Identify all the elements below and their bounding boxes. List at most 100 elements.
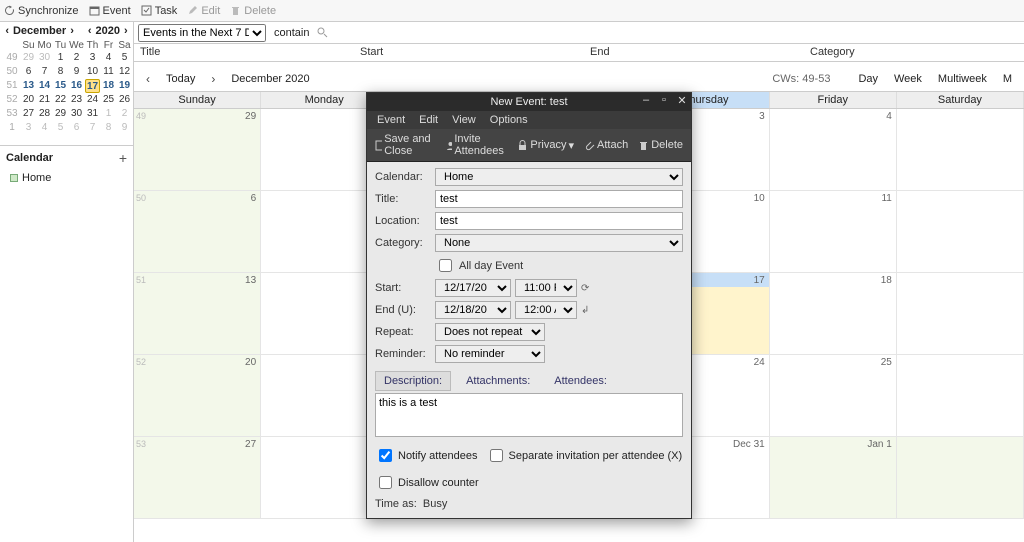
minical-day[interactable]: 8 bbox=[53, 65, 68, 79]
minical-day[interactable]: 28 bbox=[37, 107, 52, 121]
minical-day[interactable]: 4 bbox=[101, 51, 116, 65]
location-input[interactable] bbox=[435, 212, 683, 230]
minical-day[interactable]: 20 bbox=[21, 93, 36, 107]
day-cell[interactable] bbox=[897, 109, 1024, 191]
minical-day[interactable]: 3 bbox=[85, 51, 100, 65]
day-cell[interactable]: 1351 bbox=[134, 273, 261, 355]
repeat-select[interactable]: Does not repeat bbox=[435, 323, 545, 341]
menu-edit[interactable]: Edit bbox=[419, 114, 438, 126]
minical-day[interactable]: 15 bbox=[53, 79, 68, 93]
menu-view[interactable]: View bbox=[452, 114, 476, 126]
start-date-select[interactable]: 12/17/20 bbox=[435, 279, 511, 297]
allday-checkbox[interactable] bbox=[439, 259, 452, 272]
minical-day[interactable]: 3 bbox=[21, 121, 36, 135]
minical-day[interactable]: 19 bbox=[117, 79, 132, 93]
notify-checkbox[interactable] bbox=[379, 449, 392, 462]
day-cell[interactable]: 2052 bbox=[134, 355, 261, 437]
col-category[interactable]: Category bbox=[804, 44, 861, 61]
view-week[interactable]: Week bbox=[890, 71, 926, 87]
tab-description[interactable]: Description: bbox=[375, 371, 451, 391]
dialog-delete-button[interactable]: Delete bbox=[638, 139, 683, 151]
view-day[interactable]: Day bbox=[854, 71, 882, 87]
next-button[interactable]: › bbox=[207, 72, 219, 86]
minical-day[interactable]: 1 bbox=[101, 107, 116, 121]
minical-day[interactable]: 7 bbox=[37, 65, 52, 79]
minical-day[interactable]: 4 bbox=[37, 121, 52, 135]
month-next[interactable]: › bbox=[68, 25, 76, 37]
maximize-button[interactable]: ▫ bbox=[657, 94, 671, 107]
col-title[interactable]: Title bbox=[134, 44, 354, 61]
year-label[interactable]: 2020 bbox=[96, 25, 120, 37]
minical-day[interactable]: 9 bbox=[69, 65, 84, 79]
allday-row[interactable]: All day Event bbox=[435, 256, 523, 275]
day-cell[interactable]: 650 bbox=[134, 191, 261, 273]
day-cell[interactable]: 2753 bbox=[134, 437, 261, 519]
invite-attendees-button[interactable]: Invite Attendees bbox=[445, 133, 508, 157]
minical-day[interactable]: 9 bbox=[117, 121, 132, 135]
menu-options[interactable]: Options bbox=[490, 114, 528, 126]
disallow-counter-row[interactable]: Disallow counter bbox=[375, 473, 479, 492]
minical-day[interactable]: 7 bbox=[85, 121, 100, 135]
day-cell[interactable]: 18 bbox=[770, 273, 897, 355]
minical-day[interactable]: 5 bbox=[117, 51, 132, 65]
year-next[interactable]: › bbox=[122, 25, 130, 37]
minical-day[interactable]: 16 bbox=[69, 79, 84, 93]
minical-day[interactable]: 21 bbox=[37, 93, 52, 107]
minical-day[interactable]: 27 bbox=[21, 107, 36, 121]
description-textarea[interactable] bbox=[375, 393, 683, 437]
title-input[interactable] bbox=[435, 190, 683, 208]
timezone-icon[interactable]: ⟳ bbox=[581, 283, 589, 294]
prev-button[interactable]: ‹ bbox=[142, 72, 154, 86]
view-month[interactable]: M bbox=[999, 71, 1016, 87]
minical-day[interactable]: 24 bbox=[85, 93, 100, 107]
tab-attendees[interactable]: Attendees: bbox=[545, 371, 616, 391]
minimize-button[interactable]: – bbox=[639, 94, 653, 107]
day-cell[interactable]: 2949 bbox=[134, 109, 261, 191]
privacy-button[interactable]: Privacy ▾ bbox=[517, 139, 574, 152]
day-cell[interactable]: Jan 1 bbox=[770, 437, 897, 519]
dialog-titlebar[interactable]: New Event: test – ▫ ✕ bbox=[367, 93, 691, 111]
view-multiweek[interactable]: Multiweek bbox=[934, 71, 991, 87]
sync-button[interactable]: Synchronize bbox=[4, 5, 79, 17]
save-close-button[interactable]: Save and Close bbox=[375, 133, 435, 157]
add-calendar-button[interactable]: + bbox=[119, 150, 127, 166]
event-button[interactable]: Event bbox=[89, 5, 131, 17]
day-cell[interactable] bbox=[897, 273, 1024, 355]
minical-day[interactable]: 31 bbox=[85, 107, 100, 121]
minical-day[interactable]: 5 bbox=[53, 121, 68, 135]
minical-day[interactable]: 25 bbox=[101, 93, 116, 107]
minical-day[interactable]: 1 bbox=[53, 51, 68, 65]
minical-day[interactable]: 13 bbox=[21, 79, 36, 93]
day-cell[interactable]: 4 bbox=[770, 109, 897, 191]
minical-day[interactable]: 18 bbox=[101, 79, 116, 93]
day-cell[interactable] bbox=[897, 191, 1024, 273]
menu-event[interactable]: Event bbox=[377, 114, 405, 126]
col-start[interactable]: Start bbox=[354, 44, 584, 61]
minical-day[interactable]: 23 bbox=[69, 93, 84, 107]
minical-day[interactable]: 17 bbox=[85, 79, 100, 93]
link-times-icon[interactable]: ↲ bbox=[581, 305, 589, 316]
minical-day[interactable]: 29 bbox=[53, 107, 68, 121]
col-end[interactable]: End bbox=[584, 44, 804, 61]
end-time-select[interactable]: 12:00 AM bbox=[515, 301, 577, 319]
day-cell[interactable] bbox=[897, 355, 1024, 437]
minical-day[interactable]: 10 bbox=[85, 65, 100, 79]
timeas-value[interactable]: Busy bbox=[423, 498, 447, 510]
minical-day[interactable]: 29 bbox=[21, 51, 36, 65]
delete-button[interactable]: Delete bbox=[230, 5, 276, 17]
minical-day[interactable]: 26 bbox=[117, 93, 132, 107]
minical-day[interactable]: 22 bbox=[53, 93, 68, 107]
minical-day[interactable]: 30 bbox=[37, 51, 52, 65]
start-time-select[interactable]: 11:00 PM bbox=[515, 279, 577, 297]
minical-day[interactable]: 2 bbox=[117, 107, 132, 121]
day-cell[interactable] bbox=[897, 437, 1024, 519]
month-prev[interactable]: ‹ bbox=[3, 25, 11, 37]
minical-day[interactable]: 30 bbox=[69, 107, 84, 121]
separate-invitation-row[interactable]: Separate invitation per attendee (X) bbox=[486, 446, 683, 465]
edit-button[interactable]: Edit bbox=[187, 5, 220, 17]
day-cell[interactable]: 25 bbox=[770, 355, 897, 437]
today-button[interactable]: Today bbox=[166, 73, 195, 85]
minical-day[interactable]: 8 bbox=[101, 121, 116, 135]
tab-attachments[interactable]: Attachments: bbox=[457, 371, 539, 391]
category-select[interactable]: None bbox=[435, 234, 683, 252]
